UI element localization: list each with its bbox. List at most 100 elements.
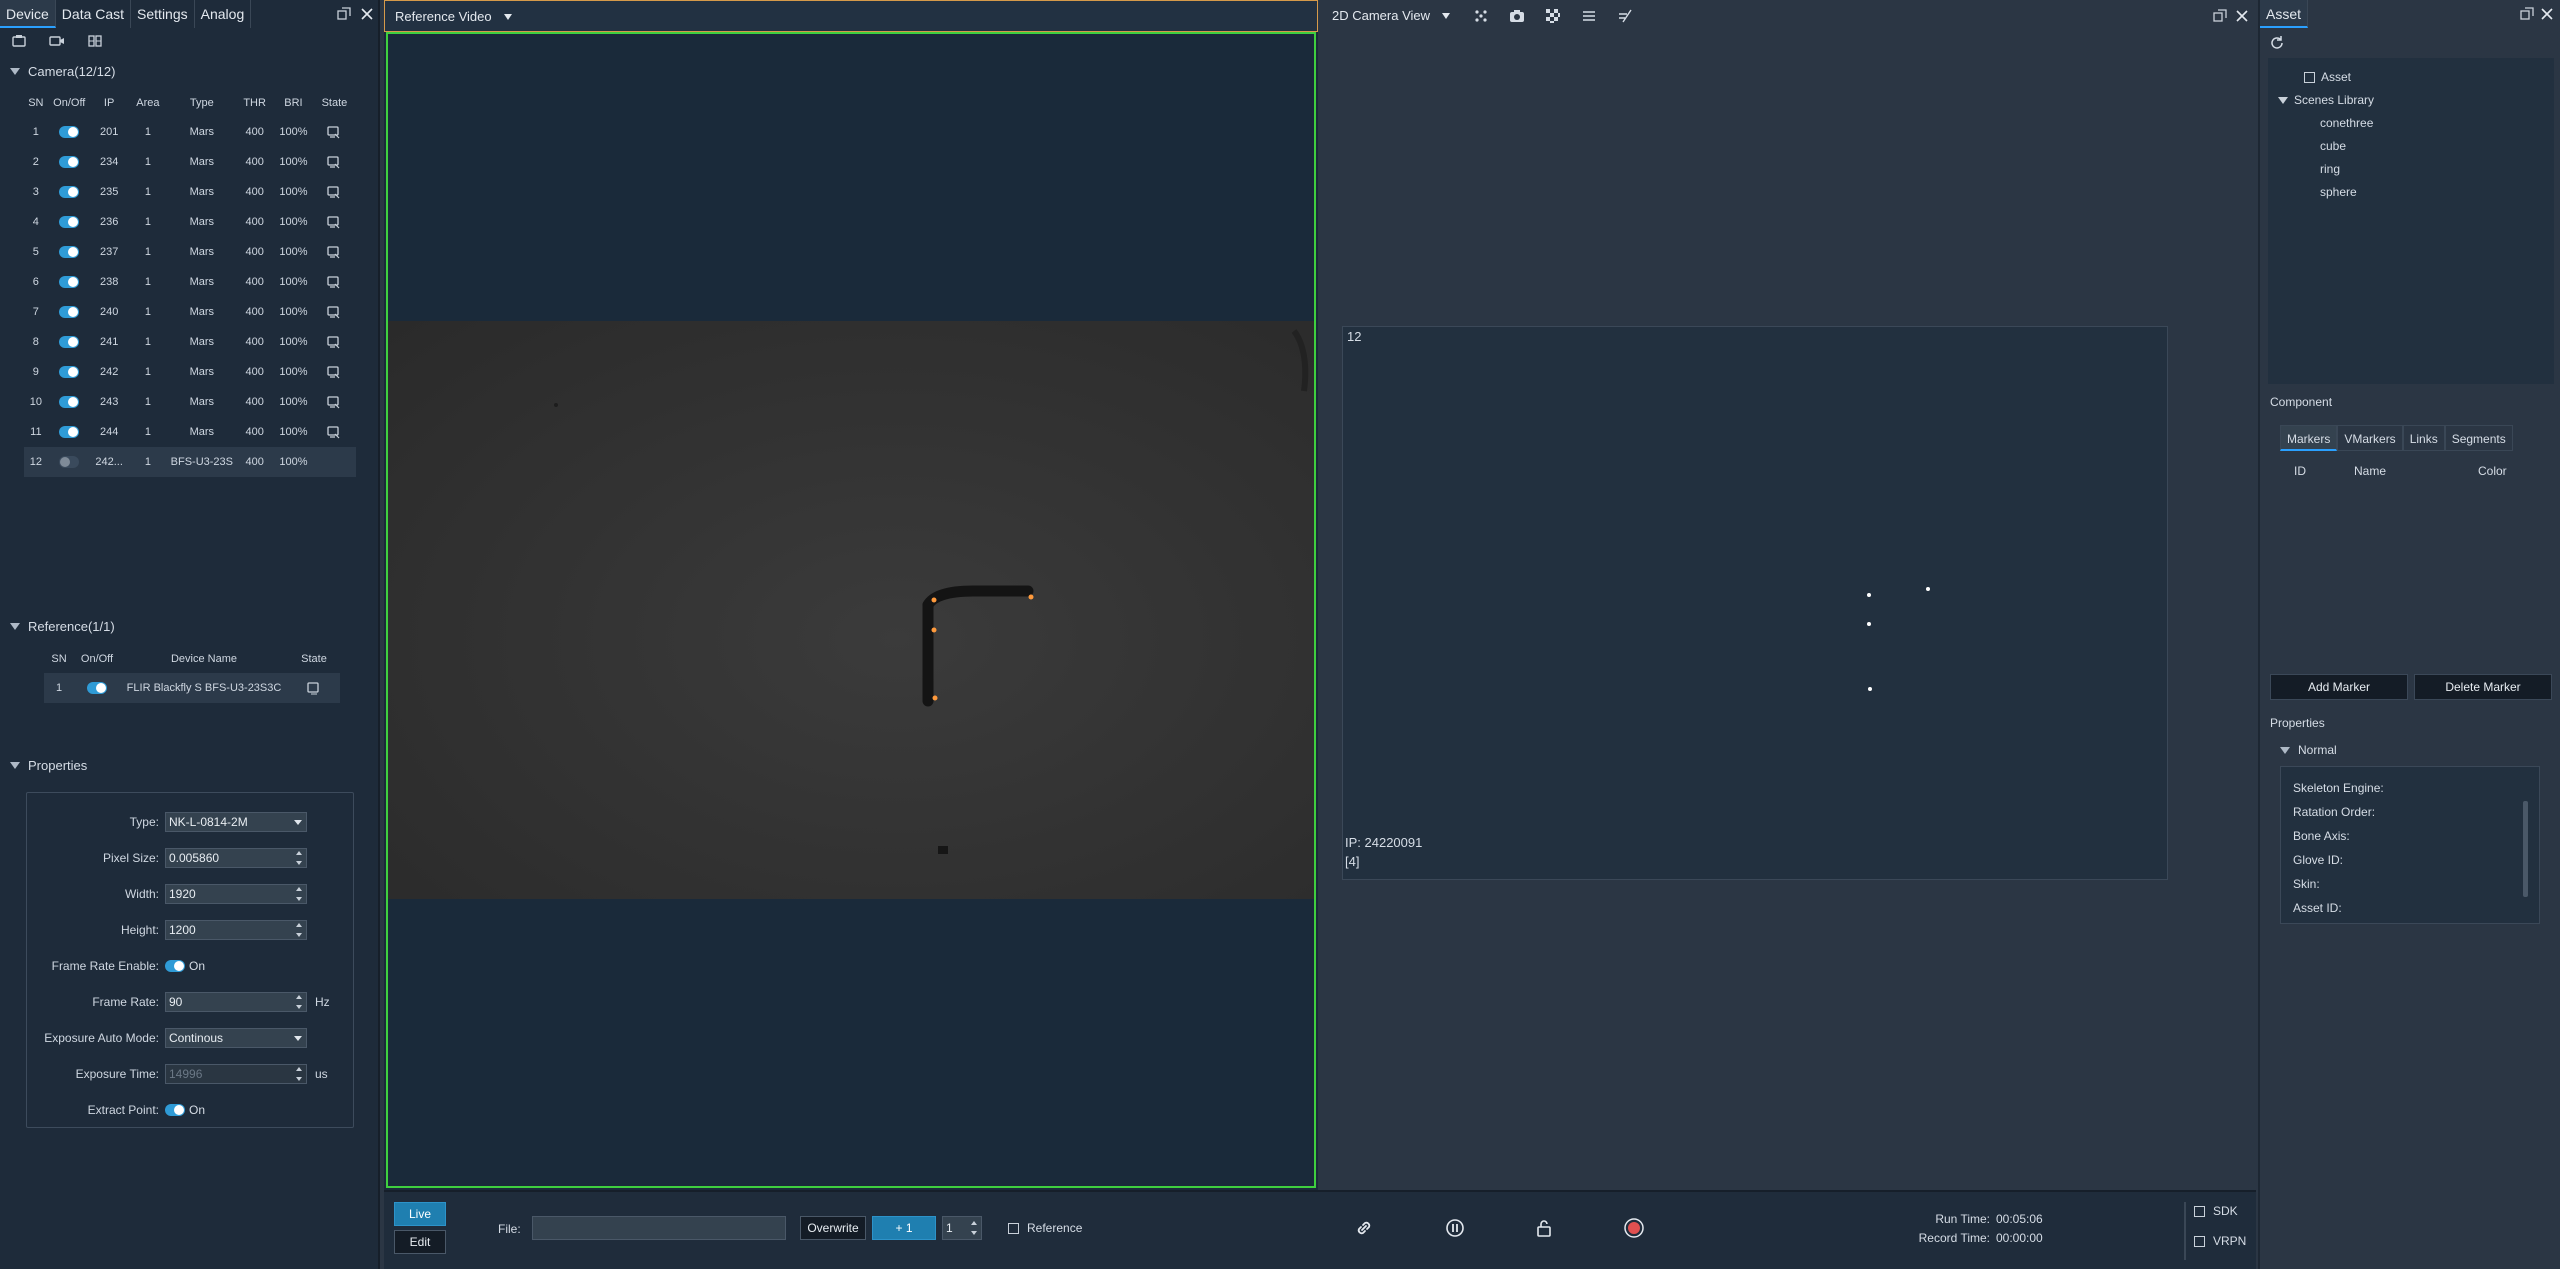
reference-section-header[interactable]: Reference(1/1) — [10, 619, 115, 634]
tab-asset[interactable]: Asset — [2260, 0, 2309, 28]
spin-arrows-icon[interactable] — [296, 851, 304, 865]
camera-icon[interactable] — [1506, 5, 1528, 27]
vrpn-checkbox[interactable] — [2194, 1235, 2205, 1247]
on-off-toggle[interactable] — [59, 276, 80, 289]
collapse-icon[interactable] — [2278, 96, 2288, 104]
tab-data-cast[interactable]: Data Cast — [55, 0, 132, 28]
frame-rate-enable-toggle[interactable] — [165, 960, 185, 972]
type-select[interactable]: NK-L-0814-2M — [165, 812, 307, 832]
tree-item-cube[interactable]: cube — [2320, 139, 2346, 153]
table-row[interactable]: 12 242... 1 BFS-U3-23S 400 100% — [24, 447, 356, 477]
float-panel-icon[interactable] — [2209, 5, 2231, 27]
reference-video-dropdown[interactable]: Reference Video — [395, 9, 512, 24]
overwrite-button[interactable]: Overwrite — [800, 1216, 866, 1240]
table-row[interactable]: 6 238 1 Mars 400 100% — [24, 267, 356, 297]
on-off-toggle[interactable] — [87, 682, 107, 695]
tree-item-ring[interactable]: ring — [2320, 162, 2340, 176]
tab-device[interactable]: Device — [0, 0, 56, 28]
video-camera-icon[interactable] — [46, 30, 68, 52]
table-row[interactable]: 9 242 1 Mars 400 100% — [24, 357, 356, 387]
spin-arrows-icon[interactable] — [296, 995, 304, 1009]
table-row[interactable]: 11 244 1 Mars 400 100% — [24, 417, 356, 447]
menu-icon[interactable] — [1578, 5, 1600, 27]
markers-icon[interactable] — [1470, 5, 1492, 27]
increment-button[interactable]: + 1 — [872, 1216, 936, 1240]
checker-icon[interactable] — [1542, 5, 1564, 27]
table-row[interactable]: 4 236 1 Mars 400 100% — [24, 207, 356, 237]
spin-arrows-icon[interactable] — [296, 887, 304, 901]
on-off-toggle[interactable] — [59, 216, 80, 229]
scrollbar[interactable] — [2523, 801, 2528, 897]
camera-2d-view[interactable]: 12 IP: 24220091 [4] — [1342, 326, 2168, 880]
reference-option[interactable]: Reference — [1008, 1221, 1082, 1235]
edit-lines-icon[interactable] — [1614, 5, 1636, 27]
frame-rate-stepper[interactable]: 90 — [165, 992, 307, 1012]
tab-settings[interactable]: Settings — [131, 0, 195, 28]
reference-video-frame[interactable] — [386, 32, 1316, 1188]
marker-count: [4] — [1345, 854, 1360, 869]
on-off-toggle[interactable] — [59, 456, 80, 469]
close-icon[interactable] — [356, 3, 378, 25]
table-row[interactable]: 1 FLIR Blackfly S BFS-U3-23S3C — [44, 673, 340, 703]
on-off-toggle[interactable] — [59, 186, 80, 199]
table-row[interactable]: 1 201 1 Mars 400 100% — [24, 117, 356, 147]
unlock-icon[interactable] — [1533, 1217, 1555, 1239]
delete-marker-button[interactable]: Delete Marker — [2414, 674, 2552, 700]
on-off-toggle[interactable] — [59, 246, 80, 259]
tab-markers[interactable]: Markers — [2280, 425, 2338, 451]
tree-item-asset[interactable]: Asset — [2304, 70, 2351, 84]
reference-checkbox[interactable] — [1008, 1222, 1019, 1234]
asset-checkbox[interactable] — [2304, 71, 2315, 83]
pause-icon[interactable] — [1444, 1217, 1466, 1239]
table-row[interactable]: 5 237 1 Mars 400 100% — [24, 237, 356, 267]
on-off-toggle[interactable] — [59, 336, 80, 349]
on-off-toggle[interactable] — [59, 306, 80, 319]
on-off-toggle[interactable] — [59, 426, 80, 439]
float-panel-icon[interactable] — [2516, 3, 2538, 25]
file-input[interactable] — [532, 1216, 786, 1240]
height-stepper[interactable]: 1200 — [165, 920, 307, 940]
extract-point-toggle[interactable] — [165, 1104, 185, 1116]
normal-section-header[interactable]: Normal — [2280, 743, 2337, 757]
pixel-size-stepper[interactable]: 0.005860 — [165, 848, 307, 868]
refresh-icon[interactable] — [2266, 32, 2288, 54]
properties-section-header[interactable]: Properties — [10, 758, 87, 773]
add-marker-button[interactable]: Add Marker — [2270, 674, 2408, 700]
exposure-mode-select[interactable]: Continous — [165, 1028, 307, 1048]
tab-segments[interactable]: Segments — [2444, 425, 2513, 451]
live-button[interactable]: Live — [394, 1202, 446, 1226]
tab-links[interactable]: Links — [2402, 425, 2445, 451]
increment-stepper[interactable]: 1 — [942, 1216, 982, 1240]
device-icon[interactable] — [8, 30, 30, 52]
on-off-toggle[interactable] — [59, 156, 80, 169]
edit-button[interactable]: Edit — [394, 1230, 446, 1254]
tree-item-sphere[interactable]: sphere — [2320, 185, 2357, 199]
sdk-option[interactable]: SDK — [2194, 1204, 2238, 1218]
grid-icon[interactable] — [84, 30, 106, 52]
record-icon[interactable] — [1623, 1217, 1645, 1239]
table-row[interactable]: 2 234 1 Mars 400 100% — [24, 147, 356, 177]
vrpn-option[interactable]: VRPN — [2194, 1234, 2246, 1248]
close-icon[interactable] — [2536, 3, 2558, 25]
close-icon[interactable] — [2231, 5, 2253, 27]
on-off-toggle[interactable] — [59, 396, 80, 409]
table-row[interactable]: 3 235 1 Mars 400 100% — [24, 177, 356, 207]
link-icon[interactable] — [1353, 1217, 1375, 1239]
on-off-toggle[interactable] — [59, 126, 80, 139]
tree-item-scenes-library[interactable]: Scenes Library — [2278, 93, 2374, 107]
tab-vmarkers[interactable]: VMarkers — [2337, 425, 2403, 451]
sdk-checkbox[interactable] — [2194, 1205, 2205, 1217]
tab-analog[interactable]: Analog — [194, 0, 252, 28]
tree-item-conethree[interactable]: conethree — [2320, 116, 2373, 130]
spin-arrows-icon[interactable] — [296, 923, 304, 937]
camera-section-header[interactable]: Camera(12/12) — [10, 64, 115, 79]
table-row[interactable]: 7 240 1 Mars 400 100% — [24, 297, 356, 327]
spin-arrows-icon[interactable] — [971, 1221, 979, 1235]
on-off-toggle[interactable] — [59, 366, 80, 379]
table-row[interactable]: 10 243 1 Mars 400 100% — [24, 387, 356, 417]
float-panel-icon[interactable] — [333, 3, 355, 25]
table-row[interactable]: 8 241 1 Mars 400 100% — [24, 327, 356, 357]
camera-view-dropdown[interactable]: 2D Camera View — [1332, 8, 1451, 23]
width-stepper[interactable]: 1920 — [165, 884, 307, 904]
device-properties: Type: NK-L-0814-2M Pixel Size: 0.005860 … — [26, 792, 354, 1128]
